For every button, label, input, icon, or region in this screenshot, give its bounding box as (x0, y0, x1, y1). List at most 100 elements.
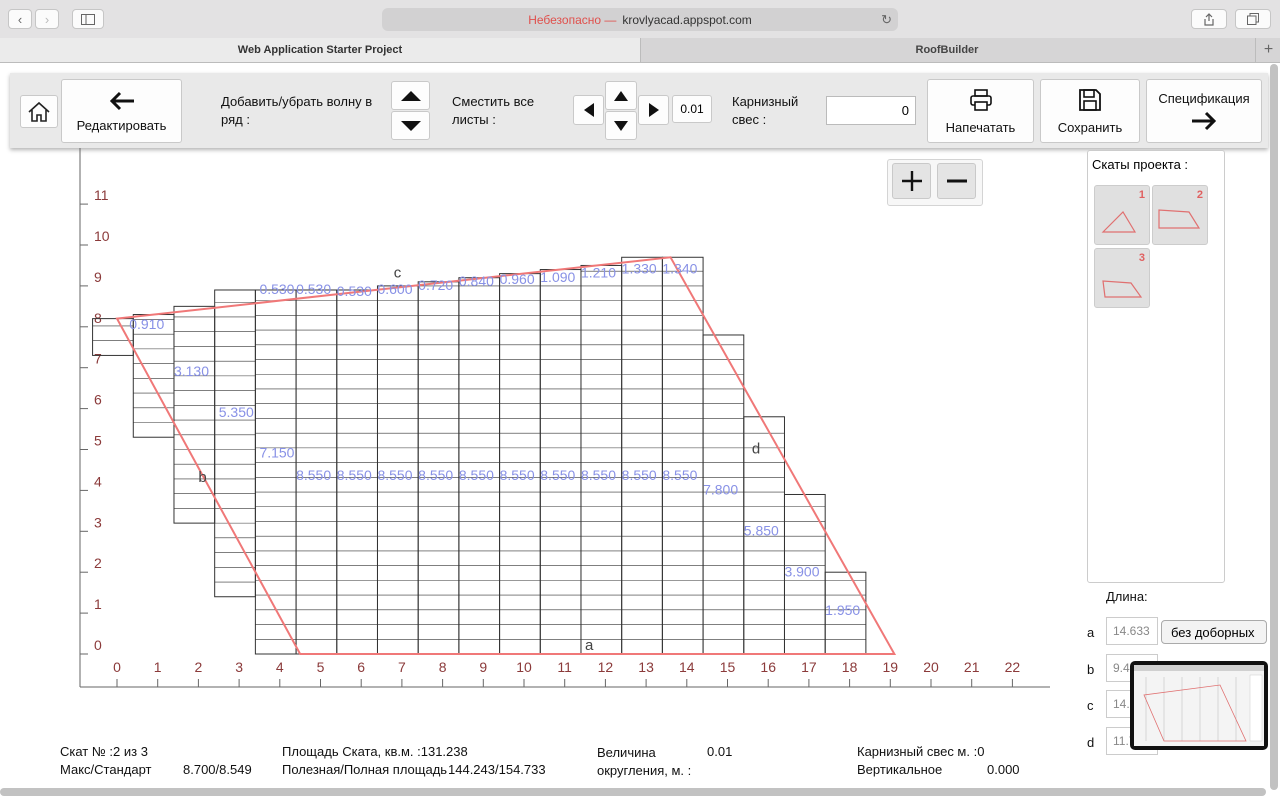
x-tick-label: 3 (235, 659, 243, 675)
url-host: krovlyacad.appspot.com (622, 12, 752, 27)
edit-label: Редактировать (76, 117, 167, 133)
new-tab-icon[interactable]: + (1255, 38, 1280, 62)
slope-number: Скат № :2 из 3 (60, 744, 148, 759)
slopes-title: Скаты проекта : (1092, 157, 1189, 172)
sheet-length-label: 8.550 (581, 467, 616, 483)
sheet-length-label: 1.330 (622, 261, 657, 277)
printer-icon (969, 88, 992, 111)
sheet-column (214, 289, 256, 598)
length-side-label: a (1087, 625, 1095, 640)
length-side-label: c (1087, 698, 1094, 713)
side-label: d (752, 441, 760, 458)
x-tick-label: 18 (842, 659, 858, 675)
x-tick-label: 11 (557, 659, 572, 675)
side-label: c (394, 265, 402, 282)
add-wave-up-button[interactable] (391, 81, 430, 110)
slope-area: Площадь Ската, кв.м. :131.238 (282, 744, 468, 759)
y-tick-label: 8 (94, 310, 102, 326)
x-tick-label: 14 (679, 659, 695, 675)
step-value[interactable]: 0.01 (672, 95, 712, 123)
x-tick-label: 2 (195, 659, 203, 675)
add-wave-down-button[interactable] (391, 111, 430, 140)
length-a-option-select[interactable]: без доборных (1161, 620, 1267, 644)
triangle-left-icon (583, 103, 594, 117)
sheet-column (661, 256, 704, 655)
y-tick-label: 2 (94, 555, 102, 571)
triangle-down-icon (614, 120, 628, 131)
x-tick-label: 9 (479, 659, 487, 675)
slope-thumb-3[interactable]: 3 (1094, 248, 1150, 308)
shift-right-button[interactable] (638, 95, 669, 125)
x-tick-label: 13 (638, 659, 654, 675)
vertical-label: Вертикальное (857, 762, 943, 777)
sheet-length-label: 1.210 (581, 265, 616, 281)
arrow-right-icon (1192, 111, 1217, 130)
sheet-length-label: 8.550 (337, 467, 372, 483)
address-bar[interactable]: Небезопасно — krovlyacad.appspot.com ↻ (382, 8, 898, 31)
save-button[interactable]: Сохранить (1040, 79, 1140, 143)
back-icon[interactable]: ‹ (8, 9, 32, 29)
rounding-value: 0.01 (707, 744, 733, 759)
eave-status: Карнизный свес м. :0 (857, 744, 985, 759)
x-tick-label: 8 (439, 659, 447, 675)
lengths-title: Длина: (1106, 589, 1148, 604)
sheet-length-label: 8.550 (500, 467, 535, 483)
arrow-left-icon (109, 91, 134, 110)
sheet-length-label: 8.550 (662, 467, 697, 483)
y-tick-label: 11 (94, 187, 109, 203)
sheet-length-label: 7.800 (703, 481, 738, 497)
floppy-icon (1079, 88, 1101, 111)
print-label: Напечатать (945, 119, 1016, 135)
sheet-length-label: 7.150 (259, 445, 294, 461)
print-button[interactable]: Напечатать (927, 79, 1034, 143)
minus-icon (946, 179, 967, 183)
tabs-overview-icon[interactable] (1235, 9, 1271, 29)
tab-starter-project[interactable]: Web Application Starter Project (0, 38, 641, 62)
eave-input[interactable] (826, 96, 916, 125)
y-tick-label: 3 (94, 514, 102, 530)
sheet-length-label: 0.600 (377, 281, 412, 297)
sheet-length-label: 0.530 (296, 281, 331, 297)
slope-thumb-2[interactable]: 2 (1152, 185, 1208, 245)
shift-up-button[interactable] (605, 81, 637, 110)
preview-roof-icon (1143, 674, 1263, 742)
insecure-warning: Небезопасно — (528, 12, 617, 27)
length-side-label: d (1087, 735, 1095, 750)
zoom-in-button[interactable] (892, 163, 931, 199)
zoom-out-button[interactable] (937, 163, 976, 199)
share-icon[interactable] (1191, 9, 1227, 29)
slope-thumb-number: 2 (1196, 189, 1203, 201)
x-tick-label: 1 (154, 659, 162, 675)
vertical-value: 0.000 (987, 762, 1020, 777)
triangle-up-icon (614, 90, 628, 101)
slope-thumb-1[interactable]: 1 (1094, 185, 1150, 245)
shift-left-button[interactable] (573, 95, 604, 125)
sidebar-icon[interactable] (72, 9, 104, 29)
sheet-length-label: 0.530 (337, 283, 372, 299)
sheet-length-label: 1.340 (662, 261, 697, 277)
sheet-length-label: 8.550 (459, 467, 494, 483)
screen-preview-thumbnail[interactable] (1130, 661, 1268, 750)
length-a-input[interactable]: 14.633 (1106, 617, 1158, 645)
slope-thumb-number: 3 (1138, 252, 1145, 264)
sheet-column (132, 314, 175, 438)
reload-icon[interactable]: ↻ (881, 12, 892, 28)
horizontal-scrollbar[interactable] (0, 788, 1266, 796)
sheet-length-label: 3.900 (784, 563, 819, 579)
specification-button[interactable]: Спецификация (1146, 79, 1262, 143)
roof-layout-chart[interactable]: 012345678910110 1 2 3 4 5 6 7 8 9 10 11 12 13 14 15 16 17… (0, 148, 1085, 740)
triangle-right-icon (648, 103, 659, 117)
x-tick-label: 12 (598, 659, 614, 675)
x-tick-label: 7 (398, 659, 406, 675)
sheet-length-label: 1.090 (540, 269, 575, 285)
shift-down-button[interactable] (605, 111, 637, 140)
sheet-length-label: 8.550 (296, 467, 331, 483)
sheet-length-label: 0.910 (129, 316, 164, 332)
x-tick-label: 16 (760, 659, 776, 675)
forward-icon[interactable]: › (35, 9, 59, 29)
edit-button[interactable]: Редактировать (61, 79, 182, 143)
home-button[interactable] (20, 95, 58, 128)
tab-roofbuilder[interactable]: RoofBuilder (641, 38, 1253, 62)
x-tick-label: 10 (516, 659, 532, 675)
vertical-scrollbar[interactable] (1270, 64, 1278, 790)
